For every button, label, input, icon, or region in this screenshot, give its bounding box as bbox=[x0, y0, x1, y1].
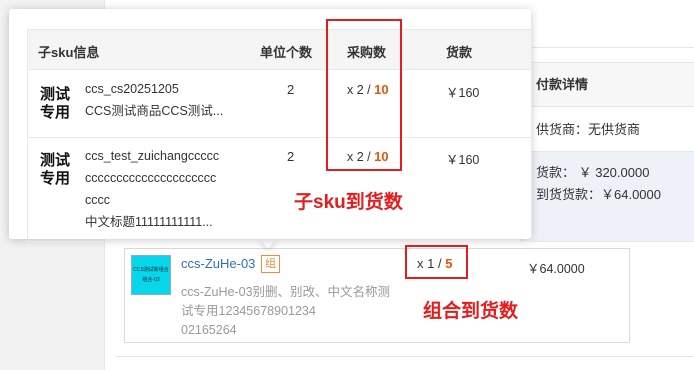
combo-tag-badge: 组 bbox=[261, 255, 280, 273]
annotation-sub-sku-arrival: 子sku到货数 bbox=[294, 192, 403, 213]
divider bbox=[530, 47, 694, 48]
image-text: 专用 bbox=[40, 104, 71, 121]
thumb-text: CCS测试新组合 bbox=[133, 267, 169, 273]
combo-desc-line: 试专用12345678901234 bbox=[181, 304, 316, 318]
table-row: 测试 专用 ccs_cs20251205 CCS测试商品CCS测试... 2 x… bbox=[28, 71, 531, 138]
arrival-goods-amount: 到货货款：￥64.0000 bbox=[536, 187, 661, 202]
combo-desc-line: 02165264 bbox=[181, 323, 237, 337]
combo-price: ￥64.0000 bbox=[527, 262, 585, 276]
product-image[interactable]: 测试 专用 bbox=[40, 152, 74, 192]
combo-code-link[interactable]: ccs-ZuHe-03 bbox=[181, 256, 255, 271]
payment-details-panel: 付款详情 供货商：无供货商 货款： ￥ 320.0000 到货货款：￥64.00… bbox=[520, 62, 694, 242]
payment-details-title: 付款详情 bbox=[521, 63, 694, 107]
image-text: 专用 bbox=[40, 170, 71, 187]
sub-sku-popover: 子sku信息 单位个数 采购数 货款 测试 专用 ccs_cs20251205 … bbox=[9, 9, 532, 242]
payment-amounts: 货款： ￥ 320.0000 到货货款：￥64.0000 bbox=[521, 152, 694, 241]
unit-count: 2 bbox=[287, 149, 295, 164]
table-header: 子sku信息 单位个数 采购数 货款 bbox=[28, 30, 531, 70]
sku-name-line: cccc bbox=[85, 193, 110, 207]
product-image[interactable]: 测试 专用 bbox=[40, 86, 74, 126]
combo-desc-line: ccs-ZuHe-03别删、别改、中文名称测 bbox=[181, 285, 391, 299]
goods-amount: 货款： ￥ 320.0000 bbox=[536, 165, 650, 180]
supplier-text: 供货商：无供货商 bbox=[521, 107, 694, 152]
sku-name: ccccccccccccccccccccc cccc 中文标题111111111… bbox=[85, 167, 240, 233]
sku-code: ccs_test_zuichangccccc bbox=[85, 149, 220, 163]
thumb-text: 组合-03 bbox=[142, 277, 160, 283]
header-payment: 货款 bbox=[446, 45, 473, 60]
image-text: 测试 bbox=[40, 86, 71, 103]
row-price: ￥160 bbox=[446, 86, 480, 100]
image-text: 测试 bbox=[40, 152, 71, 169]
combo-description: ccs-ZuHe-03别删、别改、中文名称测 试专用12345678901234… bbox=[181, 283, 406, 340]
sku-name-line: 中文标题11111111111... bbox=[85, 215, 213, 229]
table-row: 测试 专用 ccs_test_zuichangccccc ccccccccccc… bbox=[28, 138, 531, 242]
sub-sku-table: 子sku信息 单位个数 采购数 货款 测试 专用 ccs_cs20251205 … bbox=[27, 29, 532, 242]
divider bbox=[116, 356, 694, 357]
combo-thumbnail[interactable]: CCS测试新组合 组合-03 bbox=[131, 255, 171, 295]
unit-count: 2 bbox=[287, 82, 295, 97]
annotation-combo-arrival: 组合到货数 bbox=[423, 301, 519, 322]
header-sku-info: 子sku信息 bbox=[38, 45, 100, 60]
sku-name-line: ccccccccccccccccccccc bbox=[85, 171, 217, 185]
header-unit-count: 单位个数 bbox=[260, 45, 313, 60]
sku-name: CCS测试商品CCS测试... bbox=[85, 104, 224, 118]
sku-code: ccs_cs20251205 bbox=[85, 82, 179, 96]
highlight-box-combo-qty bbox=[405, 245, 468, 279]
highlight-box-purchase-qty bbox=[326, 19, 402, 171]
row-price: ￥160 bbox=[446, 153, 480, 167]
